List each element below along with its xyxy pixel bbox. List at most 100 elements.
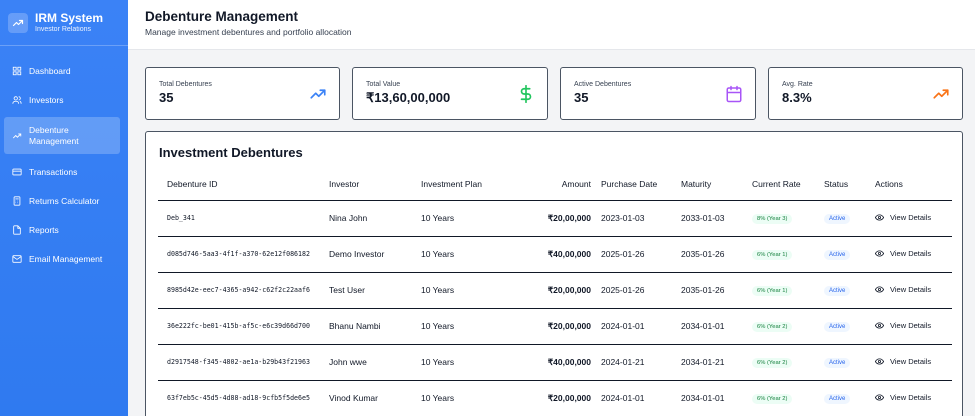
investment-plan: 10 Years bbox=[421, 236, 511, 273]
app-subtitle: Investor Relations bbox=[35, 25, 92, 33]
debentures-panel: Investment Debentures Debenture ID Inves… bbox=[145, 131, 963, 416]
sidebar-item-investors[interactable]: Investors bbox=[0, 85, 120, 114]
sidebar-item-reports[interactable]: Reports bbox=[0, 215, 120, 244]
purchase-date: 2024-01-21 bbox=[601, 344, 681, 381]
rate-badge: 6% (Year 2) bbox=[752, 358, 793, 368]
status-badge: Active bbox=[824, 250, 851, 260]
debenture-id: d2917548-f345-4802-ae1a-b29b43f21963 bbox=[158, 344, 329, 381]
eye-icon bbox=[875, 213, 884, 221]
sidebar: IRM System Investor Relations Dashboard … bbox=[0, 0, 128, 416]
investor-name: Vinod Kumar bbox=[329, 380, 421, 416]
view-details-label: View Details bbox=[890, 284, 932, 294]
document-icon bbox=[12, 224, 22, 235]
status-badge: Active bbox=[824, 358, 851, 368]
grid-icon bbox=[12, 66, 22, 76]
investor-name: Bhanu Nambi bbox=[329, 308, 421, 345]
debenture-id: 63f7eb5c-45d5-4d88-ad18-9cfb5f5de6e5 bbox=[158, 380, 329, 416]
view-details-button[interactable]: View Details bbox=[875, 213, 931, 222]
column-header: Debenture ID bbox=[158, 169, 329, 201]
table-row: Deb_341 Nina John 10 Years ₹20,00,000 2023-0… bbox=[158, 200, 952, 237]
status-cell: Active bbox=[824, 272, 875, 309]
purchase-date: 2024-01-01 bbox=[601, 308, 681, 345]
rate-badge: 6% (Year 2) bbox=[752, 322, 793, 332]
app-logo-icon bbox=[8, 12, 28, 33]
investment-plan: 10 Years bbox=[421, 380, 511, 416]
status-cell: Active bbox=[824, 200, 875, 237]
status-badge: Active bbox=[824, 286, 851, 296]
column-header: Purchase Date bbox=[601, 169, 681, 201]
actions-cell: View Details bbox=[875, 272, 952, 309]
column-header: Status bbox=[824, 169, 875, 201]
stat-card-total-value: Total Value ₹13,60,00,000 bbox=[352, 67, 548, 120]
eye-icon bbox=[875, 249, 884, 257]
investment-plan: 10 Years bbox=[421, 344, 511, 381]
amount: ₹40,00,000 bbox=[511, 236, 601, 273]
calculator-icon bbox=[12, 195, 22, 206]
status-badge: Active bbox=[824, 322, 851, 332]
sidebar-item-transactions[interactable]: Transactions bbox=[0, 157, 120, 186]
rate-badge: 8% (Year 3) bbox=[752, 214, 793, 224]
rate-cell: 6% (Year 2) bbox=[752, 344, 824, 381]
trending-up-icon bbox=[310, 89, 326, 99]
rate-badge: 6% (Year 2) bbox=[752, 394, 793, 404]
table-row: d085d746-5aa3-4f1f-a370-62e12f086182 Demo… bbox=[158, 236, 952, 273]
view-details-label: View Details bbox=[890, 320, 932, 330]
rate-badge: 6% (Year 1) bbox=[752, 250, 793, 260]
table-row: 8985d42e-eec7-4365-a942-c62f2c22aaf6 Test… bbox=[158, 272, 952, 309]
sidebar-item-label: Dashboard bbox=[29, 65, 71, 76]
mail-icon bbox=[12, 254, 22, 264]
stat-card-avg-rate: Avg. Rate 8.3% bbox=[768, 67, 963, 120]
view-details-button[interactable]: View Details bbox=[875, 285, 931, 294]
purchase-date: 2023-01-03 bbox=[601, 200, 681, 237]
sidebar-item-label: Investors bbox=[29, 94, 64, 105]
sidebar-item-debenture-management[interactable]: Debenture Management bbox=[4, 117, 120, 154]
sidebar-nav: Dashboard Investors Debenture Management… bbox=[0, 46, 128, 273]
debenture-id: Deb_341 bbox=[158, 200, 329, 237]
view-details-button[interactable]: View Details bbox=[875, 249, 931, 258]
sidebar-item-label: Debenture Management bbox=[29, 124, 79, 146]
sidebar-item-label: Reports bbox=[29, 224, 59, 235]
status-cell: Active bbox=[824, 344, 875, 381]
purchase-date: 2025-01-26 bbox=[601, 272, 681, 309]
view-details-label: View Details bbox=[890, 248, 932, 258]
rate-cell: 8% (Year 3) bbox=[752, 200, 824, 237]
investor-name: Nina John bbox=[329, 200, 421, 237]
view-details-button[interactable]: View Details bbox=[875, 393, 931, 402]
amount: ₹40,00,000 bbox=[511, 344, 601, 381]
eye-icon bbox=[875, 357, 884, 365]
investment-plan: 10 Years bbox=[421, 308, 511, 345]
view-details-label: View Details bbox=[890, 212, 932, 222]
actions-cell: View Details bbox=[875, 308, 952, 345]
purchase-date: 2025-01-26 bbox=[601, 236, 681, 273]
actions-cell: View Details bbox=[875, 236, 952, 273]
rate-cell: 6% (Year 2) bbox=[752, 380, 824, 416]
investment-plan: 10 Years bbox=[421, 200, 511, 237]
sidebar-item-email-management[interactable]: Email Management bbox=[0, 244, 120, 273]
credit-card-icon bbox=[12, 167, 22, 177]
status-cell: Active bbox=[824, 236, 875, 273]
stat-card-total-debentures: Total Debentures 35 bbox=[145, 67, 340, 120]
sidebar-item-label: Email Management bbox=[29, 253, 103, 264]
debenture-id: 8985d42e-eec7-4365-a942-c62f2c22aaf6 bbox=[158, 272, 329, 309]
debentures-table: Debenture ID Investor Investment Plan Am… bbox=[158, 169, 952, 416]
view-details-button[interactable]: View Details bbox=[875, 321, 931, 330]
eye-icon bbox=[875, 393, 884, 401]
maturity-date: 2033-01-03 bbox=[681, 200, 752, 237]
eye-icon bbox=[875, 285, 884, 293]
page-title: Debenture Management bbox=[145, 9, 299, 24]
sidebar-item-label: Returns Calculator bbox=[29, 195, 100, 206]
amount: ₹20,00,000 bbox=[511, 200, 601, 237]
actions-cell: View Details bbox=[875, 344, 952, 381]
amount: ₹20,00,000 bbox=[511, 272, 601, 309]
app-title: IRM System bbox=[35, 10, 104, 25]
view-details-button[interactable]: View Details bbox=[875, 357, 931, 366]
column-header: Investment Plan bbox=[421, 169, 511, 201]
maturity-date: 2035-01-26 bbox=[681, 236, 752, 273]
maturity-date: 2035-01-26 bbox=[681, 272, 752, 309]
sidebar-item-dashboard[interactable]: Dashboard bbox=[0, 56, 120, 85]
column-header: Investor bbox=[329, 169, 421, 201]
table-title: Investment Debentures bbox=[159, 145, 303, 160]
maturity-date: 2034-01-01 bbox=[681, 380, 752, 416]
status-badge: Active bbox=[824, 214, 851, 224]
sidebar-item-returns-calculator[interactable]: Returns Calculator bbox=[0, 186, 120, 215]
